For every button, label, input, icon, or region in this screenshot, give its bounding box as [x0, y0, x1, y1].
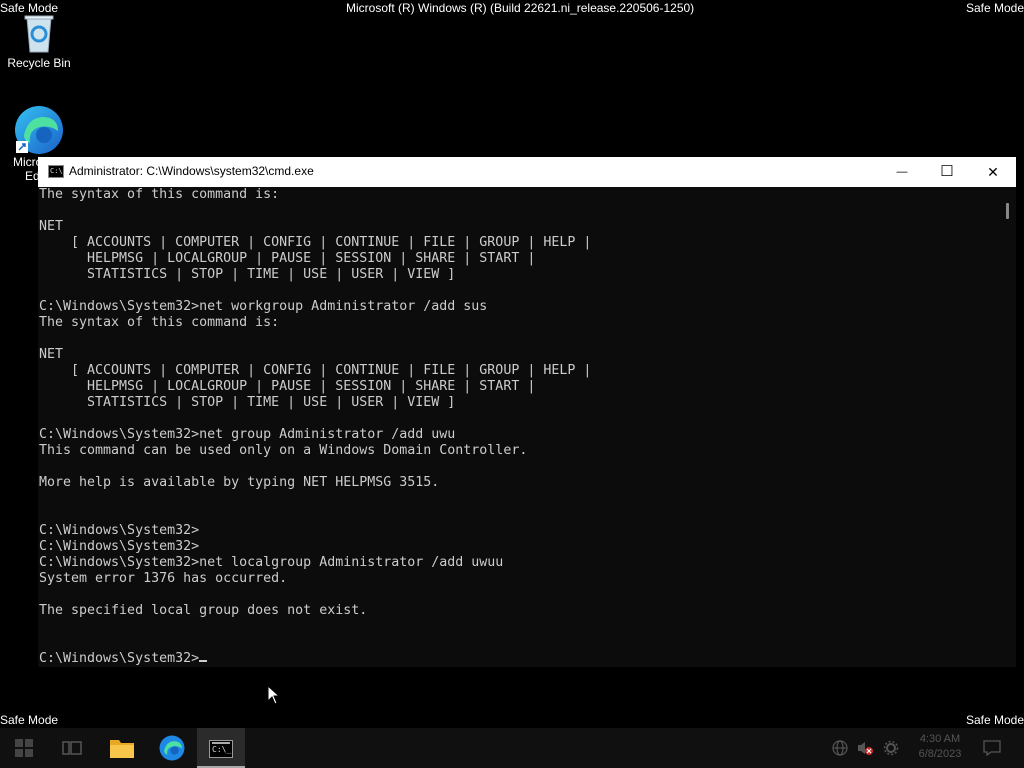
mouse-cursor-icon — [267, 685, 281, 705]
settings-gear-icon[interactable] — [883, 740, 899, 756]
cmd-icon: C:\_ — [48, 165, 67, 178]
console-line: NET — [39, 347, 64, 362]
clock-time: 4:30 AM — [919, 733, 961, 745]
cmd-taskbar-icon: C:\_ — [209, 740, 233, 758]
recycle-bin-icon — [24, 15, 54, 53]
console-line: C:\Windows\System32>net group Administra… — [39, 427, 456, 442]
console-line: The specified local group does not exist… — [39, 603, 368, 618]
cmd-window[interactable]: C:\_ Administrator: C:\Windows\system32\… — [38, 157, 1016, 667]
edge-taskbar-icon — [159, 735, 185, 761]
vertical-scrollbar[interactable] — [998, 187, 1016, 667]
console-line: [ ACCOUNTS | COMPUTER | CONFIG | CONTINU… — [39, 235, 592, 250]
taskbar-cmd-active[interactable]: C:\_ — [197, 728, 245, 768]
maximize-button[interactable]: ☐ — [924, 157, 970, 187]
close-button[interactable]: ✕ — [970, 157, 1016, 187]
console-line: STATISTICS | STOP | TIME | USE | USER | … — [39, 395, 456, 410]
console-line: This command can be used only on a Windo… — [39, 443, 528, 458]
console-line: More help is available by typing NET HEL… — [39, 475, 440, 490]
safe-mode-bottom-left: Safe Mode — [0, 713, 59, 727]
minimize-button[interactable]: — — [879, 157, 925, 187]
console-line: C:\Windows\System32>net localgroup Admin… — [39, 555, 504, 570]
scrollbar-thumb[interactable] — [1006, 203, 1009, 219]
console-line: C:\Windows\System32> — [39, 539, 200, 554]
console-line: HELPMSG | LOCALGROUP | PAUSE | SESSION |… — [39, 379, 536, 394]
taskbar: C:\_ 4:30 AM 6/8/2023 — [0, 728, 1024, 768]
console-line: HELPMSG | LOCALGROUP | PAUSE | SESSION |… — [39, 251, 536, 266]
console-line: [ ACCOUNTS | COMPUTER | CONFIG | CONTINU… — [39, 363, 592, 378]
window-title: Administrator: C:\Windows\system32\cmd.e… — [69, 164, 314, 178]
notification-icon[interactable] — [983, 740, 1001, 756]
task-view-button[interactable] — [48, 728, 96, 768]
windows-build-text: Microsoft (R) Windows (R) (Build 22621.n… — [346, 1, 695, 15]
console-line: The syntax of this command is: — [39, 187, 280, 202]
taskbar-clock[interactable]: 4:30 AM 6/8/2023 — [910, 732, 970, 762]
desktop-icon-recycle-bin[interactable]: Recycle Bin — [7, 10, 71, 70]
volume-muted-icon[interactable] — [856, 740, 874, 756]
text-cursor — [199, 660, 208, 662]
network-globe-icon[interactable] — [832, 740, 848, 756]
taskbar-file-explorer[interactable] — [98, 728, 146, 768]
task-view-icon — [62, 741, 82, 755]
clock-date: 6/8/2023 — [918, 748, 962, 760]
console-line: The syntax of this command is: — [39, 315, 280, 330]
edge-icon — [15, 106, 63, 154]
console-line: System error 1376 has occurred. — [39, 571, 288, 586]
console-prompt: C:\Windows\System32> — [39, 651, 200, 666]
window-titlebar[interactable]: C:\_ Administrator: C:\Windows\system32\… — [38, 157, 1016, 187]
windows-logo-icon — [15, 739, 33, 757]
recycle-bin-label: Recycle Bin — [7, 56, 71, 70]
safe-mode-top-right: Safe Mode — [965, 1, 1024, 15]
console-prompt-line[interactable]: C:\Windows\System32> — [39, 651, 997, 667]
taskbar-edge[interactable] — [148, 728, 196, 768]
console-line: NET — [39, 219, 64, 234]
folder-icon — [110, 740, 134, 758]
console-line: C:\Windows\System32>net workgroup Admini… — [39, 299, 488, 314]
console-output[interactable]: The syntax of this command is: NET [ ACCO… — [39, 187, 997, 667]
console-line: STATISTICS | STOP | TIME | USE | USER | … — [39, 267, 456, 282]
console-line: C:\Windows\System32> — [39, 523, 200, 538]
safe-mode-bottom-right: Safe Mode — [965, 713, 1024, 727]
start-button[interactable] — [0, 728, 48, 768]
